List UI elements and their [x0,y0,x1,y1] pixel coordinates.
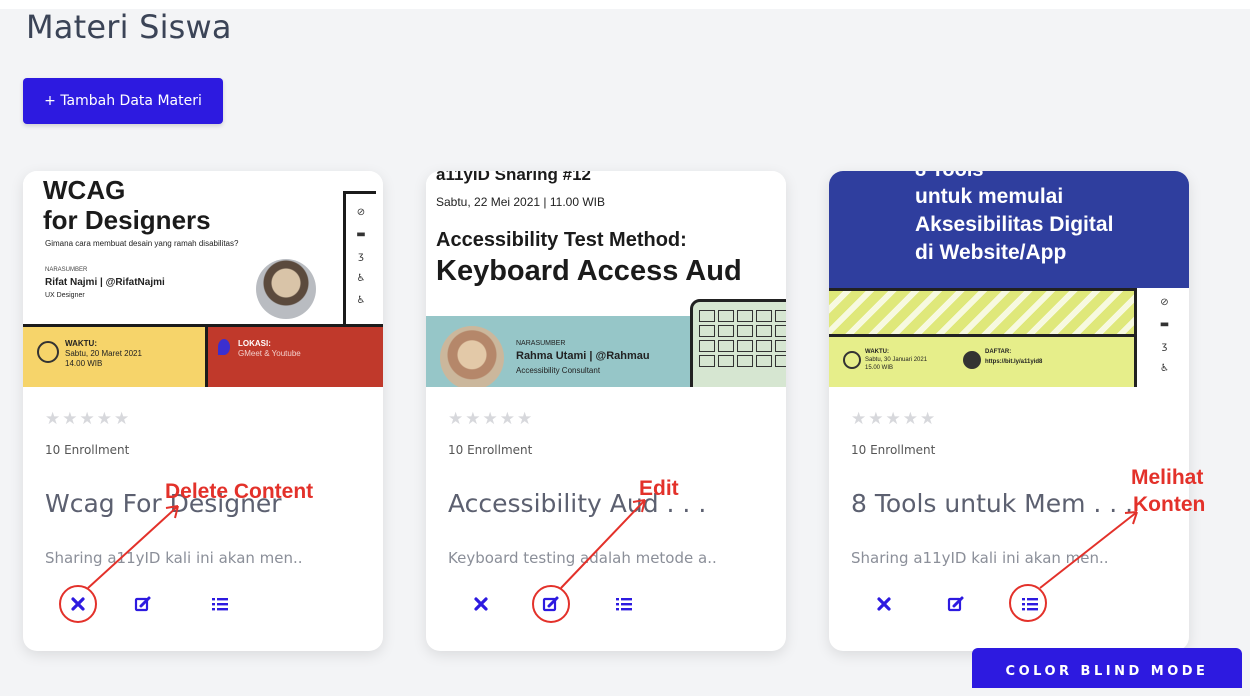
course-card: WCAG for Designers Gimana cara membuat d… [23,171,383,651]
enrollment-count: 10 Enrollment [448,443,533,457]
thumb-speaker: Rahma Utami | @Rahmau [516,350,650,362]
thumb-title-line2: Aksesibilitas Digital [915,213,1114,236]
thumb-time-label: WAKTU: [65,339,97,348]
thumb-time-value2: 15.00 WIB [865,365,894,371]
thumb-title-line2: Keyboard Access Aud [436,255,742,287]
thumb-loc-value: GMeet & Youtube [238,349,301,358]
edit-icon [542,596,559,612]
thumb-title-line0: 8 Tools [915,171,984,182]
thumb-location-box: LOKASI: GMeet & Youtube [208,324,383,387]
list-icon [616,598,632,611]
thumb-title-line1: WCAG [43,175,126,205]
course-card: a11yID Sharing #12 Sabtu, 22 Mei 2021 | … [426,171,786,651]
close-icon [877,597,891,611]
content-list-button[interactable] [1015,589,1045,619]
thumb-time-box: WAKTU: Sabtu, 20 Maret 2021 14.00 WIB [23,324,208,387]
thumb-reg-label: DAFTAR: [985,349,1012,355]
thumb-sidebar: ⊘ ▬ ʒ ♿ [1134,288,1189,387]
thumb-title-line1: untuk memulai [915,185,1064,208]
thumb-time-value: Sabtu, 30 Januari 2021 [865,357,928,363]
annotation-delete: Delete Content [165,480,314,503]
edit-icon [947,596,964,612]
course-thumbnail: a11yID Sharing #12 Sabtu, 22 Mei 2021 | … [426,171,786,387]
thumb-loc-label: LOKASI: [238,339,271,348]
delete-button[interactable] [63,589,93,619]
list-icon [1022,598,1038,611]
annotation-edit: Edit [639,477,679,500]
course-description: Sharing a11yID kali ini akan men.. [45,549,303,567]
edit-button[interactable] [536,589,566,619]
speaker-photo [256,259,316,319]
thumb-speaker-tag: NARASUMBER [45,267,88,273]
thumb-stripes [829,288,1134,337]
course-thumbnail: WCAG for Designers Gimana cara membuat d… [23,171,383,387]
color-blind-mode-button[interactable]: COLOR BLIND MODE [972,648,1242,688]
thumb-subtitle: Gimana cara membuat desain yang ramah di… [45,239,239,248]
close-icon [71,597,85,611]
delete-button[interactable] [869,589,899,619]
thumb-blue-header: 8 Tools untuk memulai Aksesibilitas Digi… [829,171,1189,288]
list-icon [212,598,228,611]
thumb-title-line1: Accessibility Test Method: [436,229,687,251]
thumb-time-value: Sabtu, 20 Maret 2021 [65,349,142,358]
rating-stars: ★★★★★ [851,409,938,429]
delete-button[interactable] [466,589,496,619]
thumb-speaker-tag: NARASUMBER [516,340,566,347]
thumb-time-label: WAKTU: [865,349,889,355]
thumb-title-line3: di Website/App [915,241,1067,264]
course-title: 8 Tools untuk Mem . . . [851,489,1134,518]
page-title: Materi Siswa [26,8,232,46]
speaker-photo [440,326,504,387]
course-thumbnail: 8 Tools untuk memulai Aksesibilitas Digi… [829,171,1189,387]
keyboard-illustration [690,299,786,387]
thumb-header: a11yID Sharing #12 [436,171,591,184]
thumb-info-box: WAKTU: Sabtu, 30 Januari 2021 15.00 WIB … [829,334,1134,387]
thumb-role: Accessibility Consultant [516,366,601,375]
add-material-button[interactable]: + Tambah Data Materi [23,78,223,124]
annotation-view-line2: Konten [1133,493,1206,516]
edit-button[interactable] [128,589,158,619]
edit-button[interactable] [941,589,971,619]
thumb-title-line2: for Designers [43,205,211,235]
course-description: Keyboard testing adalah metode a.. [448,549,717,567]
edit-icon [134,596,151,612]
thumb-time-value2: 14.00 WIB [65,359,103,368]
close-icon [474,597,488,611]
enrollment-count: 10 Enrollment [45,443,130,457]
enrollment-count: 10 Enrollment [851,443,936,457]
content-list-button[interactable] [609,589,639,619]
thumb-role: UX Designer [45,292,85,299]
rating-stars: ★★★★★ [448,409,535,429]
course-card: 8 Tools untuk memulai Aksesibilitas Digi… [829,171,1189,651]
annotation-view-line1: Melihat [1131,466,1204,489]
thumb-reg-value: https://bit.ly/a11yid8 [985,359,1043,365]
content-list-button[interactable] [205,589,235,619]
thumb-date: Sabtu, 22 Mei 2021 | 11.00 WIB [436,195,605,209]
thumb-speaker: Rifat Najmi | @RifatNajmi [45,277,165,288]
rating-stars: ★★★★★ [45,409,132,429]
course-description: Sharing a11yID kali ini akan men.. [851,549,1109,567]
